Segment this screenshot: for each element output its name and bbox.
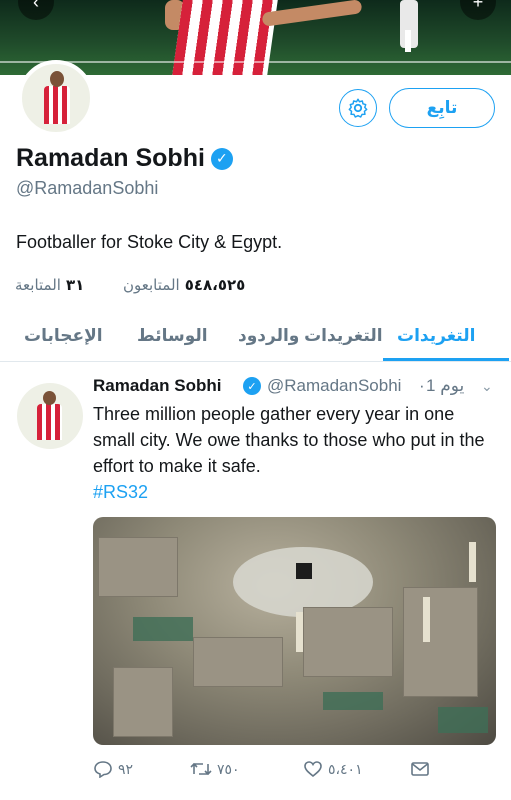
photo-detail: [438, 707, 488, 733]
photo-detail: [296, 563, 312, 579]
share-button[interactable]: [410, 760, 430, 778]
banner-photo-detail: [405, 30, 411, 52]
reply-count: ٩٢: [118, 760, 134, 777]
photo-detail: [133, 617, 193, 641]
follow-button[interactable]: تابِع: [389, 88, 495, 128]
photo-detail: [469, 542, 476, 582]
photo-detail: [296, 612, 303, 652]
active-tab-indicator: [383, 358, 509, 361]
tweet-hashtag[interactable]: #RS32: [93, 479, 148, 505]
photo-detail: [193, 637, 283, 687]
tweet-actions: ٩٢ ٧٥٠ ٥،٤٠١: [93, 760, 503, 784]
like-icon: [304, 761, 322, 778]
profile-stats: ٥٤٨،٥٢٥ المتابعون ٣١ المتابعة: [0, 276, 511, 298]
tweet-separator: ·: [419, 376, 425, 395]
tweet-timestamp[interactable]: 1 يوم: [426, 376, 464, 396]
followers-label: المتابعون: [123, 277, 180, 294]
following-count: ٣١: [65, 277, 85, 294]
reply-button[interactable]: ٩٢: [93, 760, 133, 778]
tweet-header: Ramadan Sobhi ✓ @RamadanSobhi · 1 يوم ⌄: [93, 376, 503, 398]
photo-detail: [403, 587, 478, 697]
like-button[interactable]: ٥،٤٠١: [303, 760, 363, 778]
profile-banner[interactable]: ‹ +: [0, 0, 511, 75]
photo-detail: [423, 597, 430, 642]
photo-detail: [98, 537, 178, 597]
tab-media[interactable]: الوسائط: [137, 326, 208, 346]
followers-stat[interactable]: ٥٤٨،٥٢٥ المتابعون: [123, 276, 245, 294]
followers-count: ٥٤٨،٥٢٥: [184, 277, 246, 294]
profile-display-name: Ramadan Sobhi: [16, 144, 205, 172]
photo-detail: [113, 667, 173, 737]
settings-gear-button[interactable]: [339, 89, 377, 127]
tweet-author-handle[interactable]: @RamadanSobhi: [267, 376, 401, 396]
tab-tweets-replies[interactable]: التغريدات والردود: [238, 326, 383, 346]
profile-name-row: Ramadan Sobhi ✓: [16, 144, 233, 173]
retweet-button[interactable]: ٧٥٠: [190, 760, 240, 778]
chevron-down-icon[interactable]: ⌄: [481, 378, 493, 395]
profile-tabs: التغريدات التغريدات والردود الوسائط الإع…: [0, 318, 511, 362]
reply-icon: [94, 761, 112, 778]
tab-likes[interactable]: الإعجابات: [24, 326, 103, 346]
avatar-head: [50, 71, 64, 87]
gear-icon: [348, 98, 368, 118]
profile-avatar[interactable]: [18, 60, 94, 136]
avatar-shirt: [44, 86, 70, 124]
retweet-count: ٧٥٠: [217, 760, 240, 777]
retweet-icon: [190, 762, 212, 776]
profile-bio: Footballer for Stoke City & Egypt.: [16, 232, 283, 252]
following-label: المتابعة: [15, 277, 61, 294]
tab-tweets[interactable]: التغريدات: [397, 326, 475, 346]
like-count: ٥،٤٠١: [328, 760, 363, 777]
profile-handle: @RamadanSobhi: [16, 178, 159, 198]
verified-icon: ✓: [210, 147, 233, 170]
tweet-media-image[interactable]: [93, 517, 496, 745]
verified-icon: ✓: [243, 377, 261, 395]
back-icon[interactable]: ‹: [18, 0, 54, 20]
share-icon: [411, 762, 429, 776]
avatar-head: [43, 391, 56, 405]
banner-photo-detail: [0, 61, 511, 63]
photo-detail: [303, 607, 393, 677]
avatar-shirt: [37, 404, 62, 440]
tweet-avatar[interactable]: [17, 383, 83, 449]
compose-icon[interactable]: +: [460, 0, 496, 20]
banner-player: [171, 0, 280, 75]
following-stat[interactable]: ٣١ المتابعة: [15, 276, 84, 294]
tweet-text: Three million people gather every year i…: [93, 404, 485, 476]
tweet-author-name[interactable]: Ramadan Sobhi: [93, 376, 221, 396]
photo-detail: [323, 692, 383, 710]
